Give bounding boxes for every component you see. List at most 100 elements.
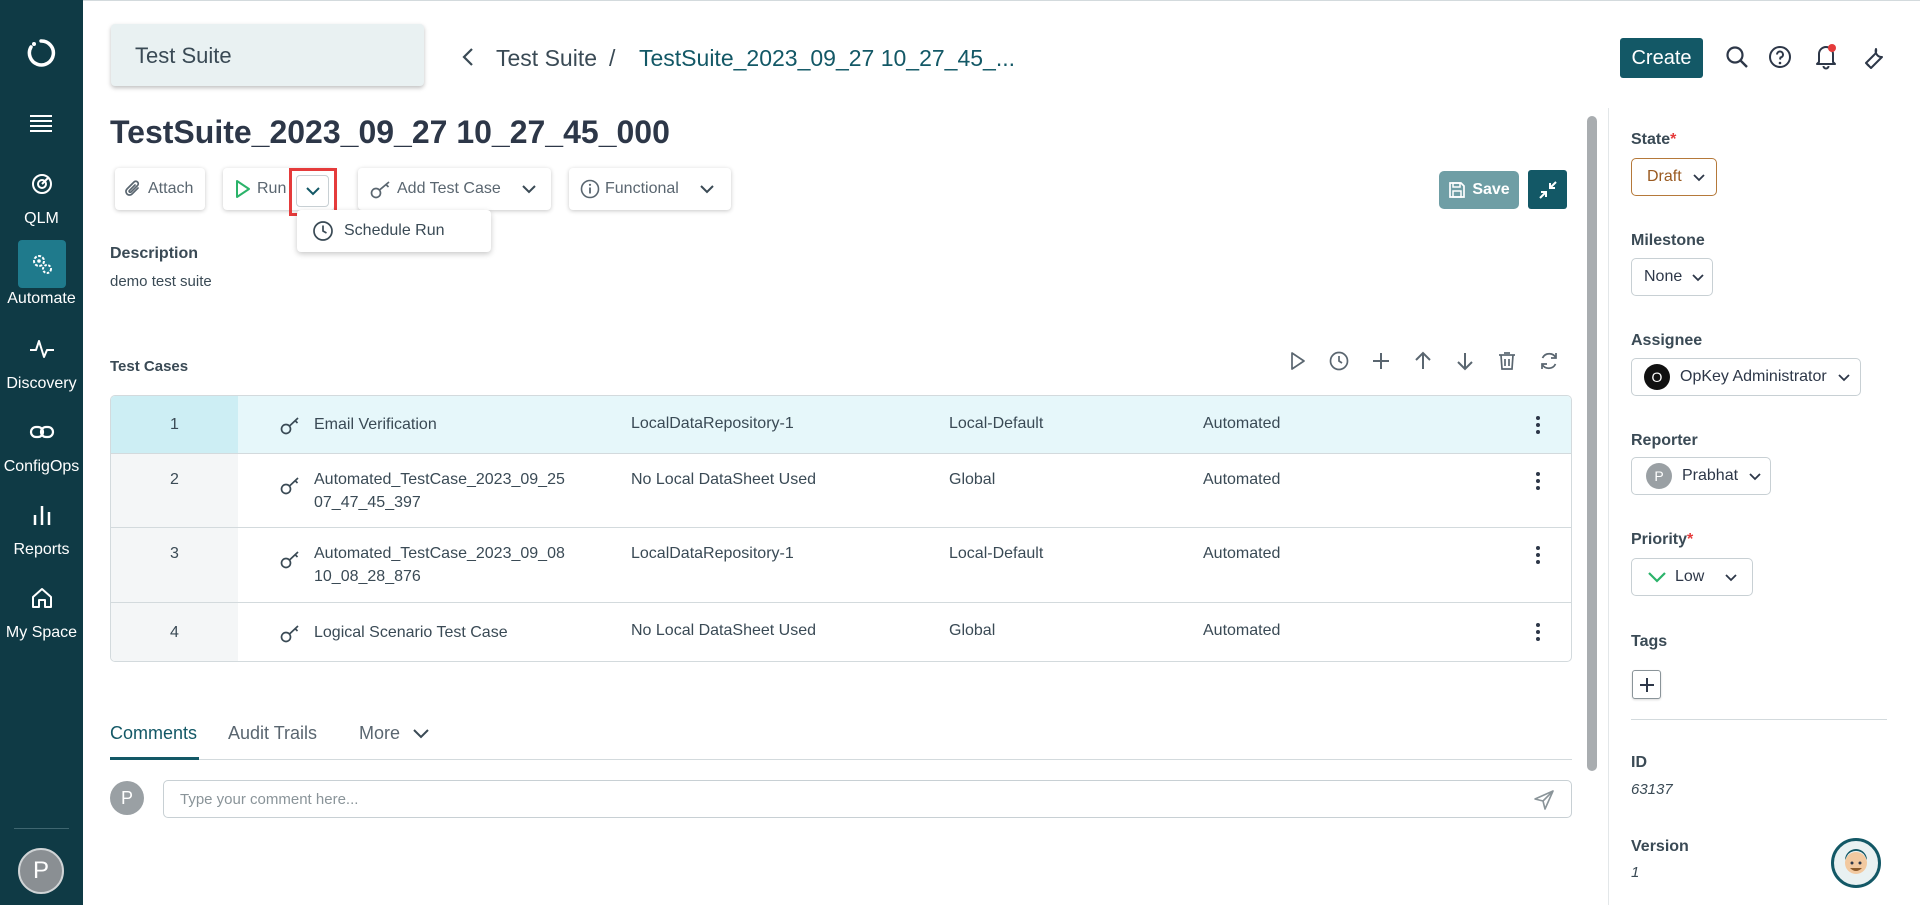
milestone-select[interactable]: None (1631, 258, 1713, 296)
hamburger-menu-icon[interactable] (29, 114, 53, 132)
environment-cell: Global (949, 471, 996, 488)
avatar: P (110, 781, 144, 815)
comment-input[interactable] (163, 780, 1572, 818)
assignee-select[interactable]: O OpKey Administrator (1631, 358, 1861, 396)
state-select[interactable]: Draft (1631, 158, 1717, 196)
reporter-value: Prabhat (1682, 467, 1739, 484)
test-cases-actions (1286, 350, 1560, 372)
sidebar-item-qlm[interactable]: QLM (0, 160, 83, 240)
tabs-divider (110, 759, 1572, 760)
send-icon[interactable] (1533, 789, 1555, 811)
save-button[interactable]: Save (1439, 171, 1519, 209)
tab-more[interactable]: More (359, 723, 430, 744)
tab-more-label: More (359, 723, 401, 743)
milestone-label: Milestone (1631, 232, 1705, 249)
key-icon (279, 622, 301, 644)
sidebar-item-label: Automate (7, 290, 76, 307)
chevron-down-icon (412, 728, 430, 739)
assignee-value: OpKey Administrator (1680, 368, 1827, 385)
datasheet-cell: No Local DataSheet Used (631, 622, 816, 639)
add-test-case-button[interactable]: Add Test Case (358, 168, 551, 210)
test-cases-table: 1 Email Verification LocalDataRepository… (110, 395, 1572, 662)
sidebar: QLM Automate Discovery ConfigOps Reports… (0, 0, 83, 905)
priority-select[interactable]: Low (1631, 558, 1753, 596)
collapse-button[interactable] (1528, 170, 1567, 209)
row-number: 4 (111, 603, 238, 661)
help-icon[interactable] (1768, 45, 1792, 69)
home-icon (18, 574, 66, 622)
bar-chart-icon (18, 491, 66, 539)
key-icon (279, 474, 301, 496)
more-options-icon[interactable] (1535, 545, 1541, 565)
paperclip-icon (124, 179, 142, 199)
table-row[interactable]: 4 Logical Scenario Test Case No Local Da… (111, 603, 1571, 661)
clock-icon (312, 220, 334, 242)
sidebar-item-my-space[interactable]: My Space (0, 574, 83, 654)
test-case-name[interactable]: Automated_TestCase_2023_09_08 10_08_28_8… (314, 542, 614, 588)
play-icon[interactable] (1286, 350, 1308, 372)
top-border (0, 0, 1920, 1)
scrollbar[interactable] (1587, 116, 1597, 771)
more-options-icon[interactable] (1535, 471, 1541, 491)
functional-select[interactable]: Functional (569, 168, 731, 210)
page-title: TestSuite_2023_09_27 10_27_45_000 (110, 114, 670, 150)
table-row[interactable]: 3 Automated_TestCase_2023_09_08 10_08_28… (111, 528, 1571, 603)
priority-low-chevron-icon (1647, 571, 1667, 583)
assistant-bot-icon[interactable] (1831, 838, 1881, 888)
more-options-icon[interactable] (1535, 415, 1541, 435)
table-row[interactable]: 2 Automated_TestCase_2023_09_25 07_47_45… (111, 454, 1571, 528)
highlight-box (289, 168, 337, 216)
trash-icon[interactable] (1496, 350, 1518, 372)
add-tag-button[interactable] (1632, 670, 1661, 699)
tab-audit-trails[interactable]: Audit Trails (228, 723, 317, 744)
play-icon (235, 179, 251, 199)
back-chevron-icon[interactable] (460, 47, 476, 67)
test-case-name[interactable]: Automated_TestCase_2023_09_25 07_47_45_3… (314, 468, 614, 514)
breadcrumb-separator: / (609, 45, 616, 71)
breadcrumb-parent[interactable]: Test Suite (496, 45, 597, 72)
type-cell: Automated (1203, 545, 1281, 562)
sidebar-item-automate[interactable]: Automate (0, 240, 83, 320)
test-case-name[interactable]: Logical Scenario Test Case (314, 621, 614, 644)
reporter-avatar: P (1646, 463, 1672, 489)
attach-button[interactable]: Attach (115, 168, 205, 210)
notification-bell-icon[interactable] (1814, 42, 1838, 70)
save-label: Save (1472, 181, 1510, 198)
run-dropdown-menu: Schedule Run (297, 210, 491, 252)
link-icon (18, 408, 66, 456)
refresh-icon[interactable] (1538, 350, 1560, 372)
more-options-icon[interactable] (1535, 622, 1541, 642)
wrench-icon[interactable] (1862, 45, 1886, 69)
tab-comments[interactable]: Comments (110, 723, 197, 744)
arrow-up-icon[interactable] (1412, 350, 1434, 372)
table-row[interactable]: 1 Email Verification LocalDataRepository… (111, 396, 1571, 454)
search-icon[interactable] (1725, 45, 1749, 69)
create-button[interactable]: Create (1620, 38, 1703, 78)
sidebar-item-label: Reports (13, 541, 70, 558)
environment-cell: Local-Default (949, 545, 1044, 562)
chevron-down-icon (699, 184, 715, 194)
key-icon (279, 548, 301, 570)
chevron-down-icon (1692, 173, 1706, 182)
clock-icon[interactable] (1328, 350, 1350, 372)
target-icon (18, 160, 66, 208)
sidebar-item-reports[interactable]: Reports (0, 491, 83, 571)
sidebar-item-label: Discovery (6, 375, 77, 392)
test-case-name[interactable]: Email Verification (314, 413, 614, 436)
arrow-down-icon[interactable] (1454, 350, 1476, 372)
version-value: 1 (1631, 864, 1640, 881)
run-label: Run (257, 180, 287, 197)
module-selector[interactable]: Test Suite (111, 24, 424, 86)
sidebar-item-discovery[interactable]: Discovery (0, 325, 83, 405)
sidebar-item-label: QLM (24, 210, 59, 227)
reporter-label: Reporter (1631, 432, 1698, 449)
opkey-logo-icon[interactable] (26, 38, 56, 68)
schedule-run-menu-item[interactable]: Schedule Run (297, 210, 491, 252)
chevron-down-icon (1691, 273, 1705, 282)
chevron-down-icon (521, 184, 537, 194)
description-value[interactable]: demo test suite (110, 273, 212, 290)
reporter-select[interactable]: P Prabhat (1631, 457, 1771, 495)
plus-icon[interactable] (1370, 350, 1392, 372)
sidebar-item-configops[interactable]: ConfigOps (0, 408, 83, 488)
user-avatar[interactable]: P (18, 848, 64, 894)
